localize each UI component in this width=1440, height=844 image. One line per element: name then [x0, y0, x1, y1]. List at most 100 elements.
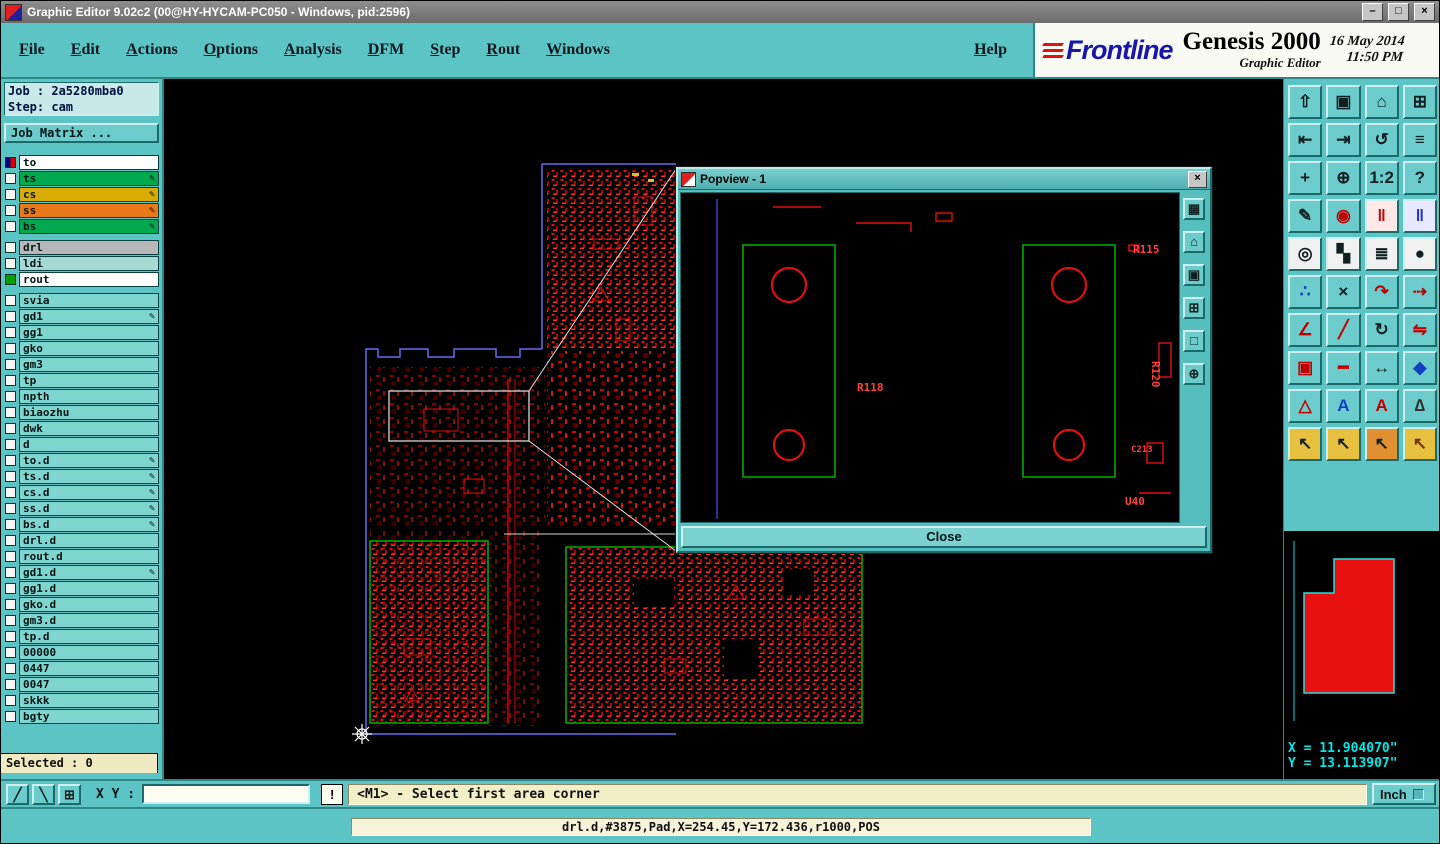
- layer-row[interactable]: drl: [4, 239, 159, 255]
- tile-windows-icon[interactable]: ⊞: [1402, 85, 1437, 119]
- layer-name[interactable]: npth: [19, 388, 159, 404]
- layer-visibility-checkbox[interactable]: [5, 390, 16, 402]
- layer-name[interactable]: gd1.d ✎: [19, 564, 159, 580]
- layer-name[interactable]: rout.d: [19, 548, 159, 564]
- layer-row[interactable]: to.d ✎: [4, 452, 159, 468]
- layer-name[interactable]: d: [19, 436, 159, 452]
- layer-name[interactable]: tp.d: [19, 628, 159, 644]
- layer-row[interactable]: gg1: [4, 324, 159, 340]
- layer-row[interactable]: gm3.d: [4, 612, 159, 628]
- layer-visibility-checkbox[interactable]: [5, 326, 16, 338]
- layer-row[interactable]: tp.d: [4, 628, 159, 644]
- layer-name[interactable]: to: [19, 154, 159, 170]
- layer-name[interactable]: ts ✎: [19, 170, 159, 186]
- layers-list-icon[interactable]: ≡: [1402, 123, 1437, 157]
- layer-name[interactable]: gg1.d: [19, 580, 159, 596]
- add-polygon-icon[interactable]: △: [1288, 389, 1323, 423]
- layer-row[interactable]: ts ✎: [4, 170, 159, 186]
- layer-row[interactable]: gd1 ✎: [4, 308, 159, 324]
- pv-snapshot-icon[interactable]: ▦: [1183, 198, 1205, 220]
- layer-row[interactable]: gd1.d ✎: [4, 564, 159, 580]
- grid-icon[interactable]: ⊞: [58, 783, 81, 805]
- delete-icon[interactable]: ×: [1326, 275, 1361, 309]
- move-icon[interactable]: ⇢: [1402, 275, 1437, 309]
- layer-name[interactable]: tp: [19, 372, 159, 388]
- layer-visibility-checkbox[interactable]: [5, 156, 16, 168]
- pad-editor-icon[interactable]: ▣: [1288, 351, 1323, 385]
- select-pointer-icon[interactable]: ↖: [1288, 427, 1323, 461]
- pv-home-icon[interactable]: ⌂: [1183, 231, 1205, 253]
- layer-row[interactable]: dwk: [4, 420, 159, 436]
- mirror-icon[interactable]: ⇋: [1402, 313, 1437, 347]
- layer-name[interactable]: svia: [19, 292, 159, 308]
- layer-visibility-checkbox[interactable]: [5, 518, 16, 530]
- menu-item[interactable]: DFM: [368, 41, 404, 59]
- draw-line-icon[interactable]: ╱: [1326, 313, 1361, 347]
- layer-row[interactable]: gg1.d: [4, 580, 159, 596]
- menu-item[interactable]: Options: [204, 41, 258, 59]
- layer-visibility-checkbox[interactable]: [5, 406, 16, 418]
- layer-row[interactable]: bs ✎: [4, 218, 159, 234]
- select-filter-icon[interactable]: ↖: [1364, 427, 1399, 461]
- alert-button[interactable]: !: [321, 783, 344, 805]
- layer-visibility-checkbox[interactable]: [5, 188, 16, 200]
- active-layer-blue-icon[interactable]: ‖: [1402, 199, 1437, 233]
- layer-row[interactable]: cs.d ✎: [4, 484, 159, 500]
- rotate-icon[interactable]: ↻: [1364, 313, 1399, 347]
- layer-row[interactable]: gm3: [4, 356, 159, 372]
- select-box-icon[interactable]: ↖: [1326, 427, 1361, 461]
- menu-item[interactable]: File: [19, 41, 45, 59]
- menu-item[interactable]: Rout: [486, 41, 520, 59]
- pan-view-icon[interactable]: +: [1288, 161, 1323, 195]
- composite-layer-icon[interactable]: ▚: [1326, 237, 1361, 271]
- layer-name[interactable]: ss.d ✎: [19, 500, 159, 516]
- view-previous-icon[interactable]: ↺: [1364, 123, 1399, 157]
- zoom-in-icon[interactable]: ⇤: [1288, 123, 1323, 157]
- layer-row[interactable]: rout.d: [4, 548, 159, 564]
- layer-visibility-checkbox[interactable]: [5, 454, 16, 466]
- layer-name[interactable]: 0447: [19, 660, 159, 676]
- popview-close-button[interactable]: Close: [681, 526, 1207, 548]
- layer-name[interactable]: gko.d: [19, 596, 159, 612]
- layer-visibility-checkbox[interactable]: [5, 550, 16, 562]
- layer-name[interactable]: bs.d ✎: [19, 516, 159, 532]
- popview-close-icon[interactable]: ×: [1188, 170, 1207, 188]
- layer-name[interactable]: 00000: [19, 644, 159, 660]
- layer-row[interactable]: bgty: [4, 708, 159, 724]
- layer-visibility-checkbox[interactable]: [5, 486, 16, 498]
- layer-name[interactable]: 0047: [19, 676, 159, 692]
- layer-name[interactable]: to.d ✎: [19, 452, 159, 468]
- zoom-ratio-icon[interactable]: 1:2: [1364, 161, 1399, 195]
- layer-name[interactable]: gm3: [19, 356, 159, 372]
- layer-visibility-checkbox[interactable]: [5, 374, 16, 386]
- text-red-icon[interactable]: A: [1364, 389, 1399, 423]
- layer-row[interactable]: to: [4, 154, 159, 170]
- redraw-screen-icon[interactable]: ▣: [1326, 85, 1361, 119]
- layer-name[interactable]: cs.d ✎: [19, 484, 159, 500]
- home-view-icon[interactable]: ⌂: [1364, 85, 1399, 119]
- maximize-button[interactable]: □: [1388, 3, 1409, 21]
- layer-row[interactable]: d: [4, 436, 159, 452]
- popview-canvas[interactable]: R115 R118 R120 C213 U40: [680, 192, 1180, 523]
- pv-windows-icon[interactable]: ⊞: [1183, 297, 1205, 319]
- layer-visibility-checkbox[interactable]: [5, 534, 16, 546]
- pv-zoom-box-icon[interactable]: □: [1183, 330, 1205, 352]
- layer-row[interactable]: svia: [4, 292, 159, 308]
- layer-visibility-checkbox[interactable]: [5, 422, 16, 434]
- angle-line-icon[interactable]: ∠: [1288, 313, 1323, 347]
- layer-name[interactable]: skkk: [19, 692, 159, 708]
- xy-input[interactable]: [142, 784, 311, 804]
- copy-icon[interactable]: ↷: [1364, 275, 1399, 309]
- popview-title-bar[interactable]: Popview - 1 ×: [678, 169, 1210, 190]
- pcb-canvas[interactable]: Popview - 1 × R115 R118 R120 C213 U40 ▦ …: [164, 79, 1283, 779]
- layer-row[interactable]: biaozhu: [4, 404, 159, 420]
- filled-pad-icon[interactable]: ●: [1402, 237, 1437, 271]
- select-options-icon[interactable]: ↖: [1402, 427, 1437, 461]
- layer-name[interactable]: bgty: [19, 708, 159, 724]
- layer-visibility-checkbox[interactable]: [5, 646, 16, 658]
- measure-icon[interactable]: ✎: [1288, 199, 1323, 233]
- layer-row[interactable]: npth: [4, 388, 159, 404]
- layer-name[interactable]: rout: [19, 271, 159, 287]
- layer-visibility-checkbox[interactable]: [5, 220, 16, 232]
- menu-item[interactable]: Actions: [126, 41, 178, 59]
